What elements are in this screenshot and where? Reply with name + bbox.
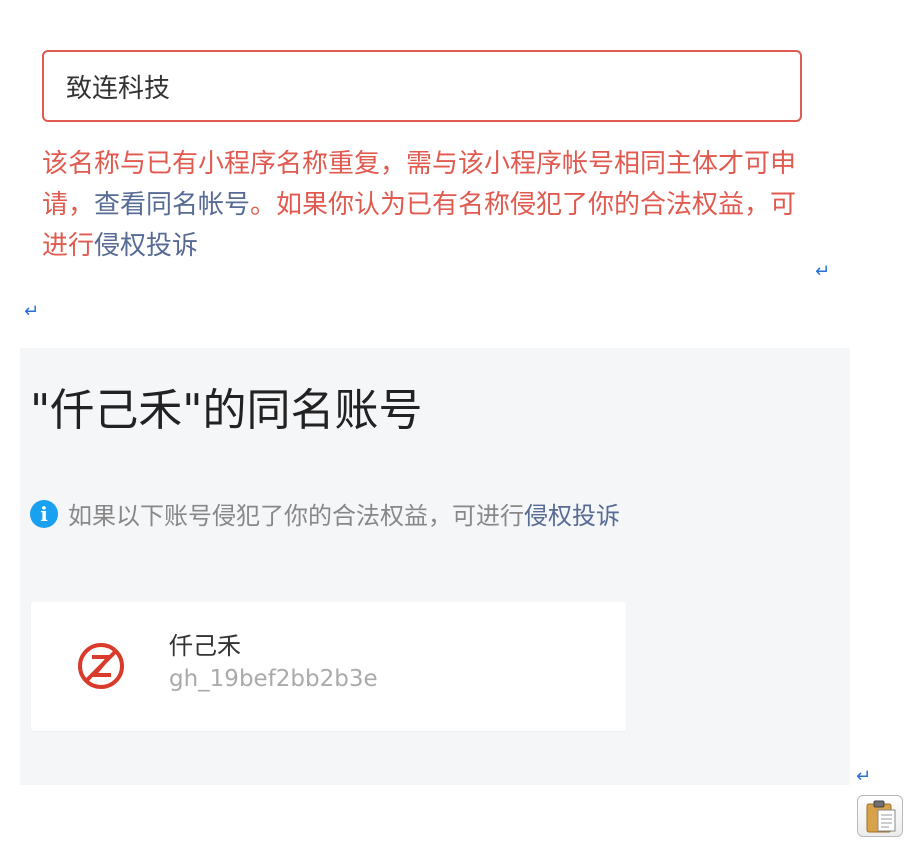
return-mark-icon: ↵	[856, 766, 872, 787]
info-icon: i	[30, 499, 58, 528]
same-name-accounts-panel: "仟己禾"的同名账号 i 如果以下账号侵犯了你的合法权益，可进行 侵权投诉 仟己禾…	[20, 348, 850, 785]
view-same-name-account-link[interactable]: 查看同名帐号	[94, 190, 250, 220]
paste-options-button[interactable]	[857, 795, 903, 837]
name-duplicate-error: 该名称与已有小程序名称重复，需与该小程序帐号相同主体才可申请，查看同名帐号。如果…	[42, 144, 812, 267]
brand-logo-icon	[78, 643, 124, 689]
infringement-complaint-link[interactable]: 侵权投诉	[94, 231, 198, 261]
return-mark-icon: ↵	[24, 301, 40, 322]
page: 该名称与已有小程序名称重复，需与该小程序帐号相同主体才可申请，查看同名帐号。如果…	[0, 0, 918, 848]
infringement-notice: i 如果以下账号侵犯了你的合法权益，可进行 侵权投诉	[30, 496, 620, 531]
name-input[interactable]	[42, 50, 802, 122]
notice-text: 如果以下账号侵犯了你的合法权益，可进行	[68, 502, 524, 530]
account-id: gh_19bef2bb2b3e	[169, 666, 378, 692]
return-mark-icon: ↵	[815, 261, 831, 282]
account-name: 仟己禾	[169, 632, 241, 660]
panel-title: "仟己禾"的同名账号	[30, 385, 423, 436]
account-card[interactable]: 仟己禾 gh_19bef2bb2b3e	[31, 602, 626, 731]
notice-complaint-link[interactable]: 侵权投诉	[524, 496, 620, 531]
clipboard-icon	[866, 800, 896, 833]
